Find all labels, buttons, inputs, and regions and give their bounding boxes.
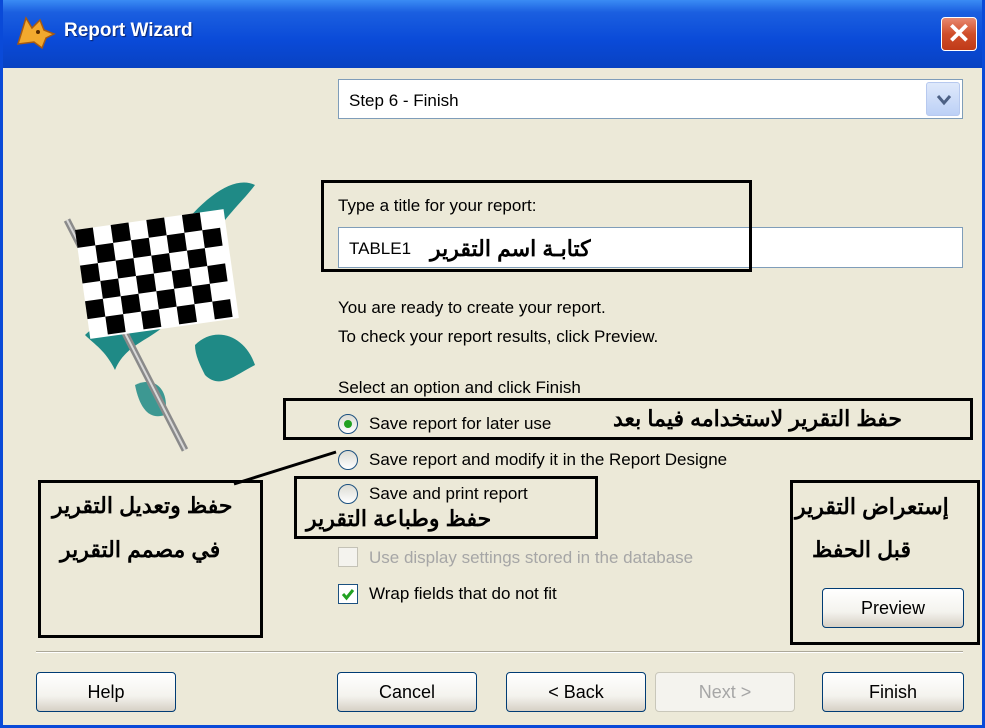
annotation-save-later: حفظ التقرير لاستخدامه فيما بعد bbox=[613, 406, 902, 431]
title-bar[interactable]: Report Wizard ✕ bbox=[0, 0, 985, 68]
fox-icon bbox=[16, 16, 56, 50]
annotation-modify-line1: حفظ وتعديل التقرير bbox=[52, 493, 233, 518]
finish-button[interactable]: Finish bbox=[822, 672, 964, 712]
checkmark-icon bbox=[341, 589, 355, 601]
info-line-1: You are ready to create your report. bbox=[338, 298, 606, 317]
annotation-save-print: حفظ وطباعة التقرير bbox=[306, 506, 492, 531]
checkbox-display-settings[interactable] bbox=[338, 547, 358, 567]
annotation-modify-line2: في مصمم التقرير bbox=[60, 537, 221, 562]
separator bbox=[36, 651, 963, 653]
checkbox-wrap-fields-label[interactable]: Wrap fields that do not fit bbox=[369, 584, 557, 604]
info-line-2: To check your report results, click Prev… bbox=[338, 327, 659, 346]
annotation-title-name: كتابـة اسم التقرير bbox=[430, 236, 591, 261]
radio-save-later-label[interactable]: Save report for later use bbox=[369, 414, 551, 434]
checkbox-wrap-fields[interactable] bbox=[338, 584, 358, 604]
annotation-preview-line2: قبل الحفظ bbox=[812, 537, 911, 562]
close-icon: ✕ bbox=[947, 18, 971, 49]
annotation-preview-line1: إستعراض التقرير bbox=[795, 494, 949, 519]
annotation-pointer-line bbox=[233, 450, 337, 486]
next-button[interactable]: Next > bbox=[655, 672, 795, 712]
radio-save-modify-label[interactable]: Save report and modify it in the Report … bbox=[369, 450, 727, 470]
step-dropdown[interactable]: Step 6 - Finish bbox=[338, 79, 963, 119]
checkbox-display-settings-label[interactable]: Use display settings stored in the datab… bbox=[369, 548, 693, 568]
cancel-button[interactable]: Cancel bbox=[337, 672, 477, 712]
options-header: Select an option and click Finish bbox=[338, 378, 581, 397]
close-button[interactable]: ✕ bbox=[941, 17, 977, 51]
radio-selected-dot bbox=[344, 420, 352, 428]
chevron-down-icon bbox=[936, 95, 952, 106]
back-button[interactable]: < Back bbox=[506, 672, 646, 712]
dropdown-arrow-button[interactable] bbox=[926, 82, 960, 116]
preview-button[interactable]: Preview bbox=[822, 588, 964, 628]
step-dropdown-value: Step 6 - Finish bbox=[349, 91, 459, 110]
help-button[interactable]: Help bbox=[36, 672, 176, 712]
radio-save-later[interactable] bbox=[338, 414, 358, 434]
checkered-flag-image bbox=[63, 182, 255, 452]
window-title: Report Wizard bbox=[64, 20, 193, 41]
